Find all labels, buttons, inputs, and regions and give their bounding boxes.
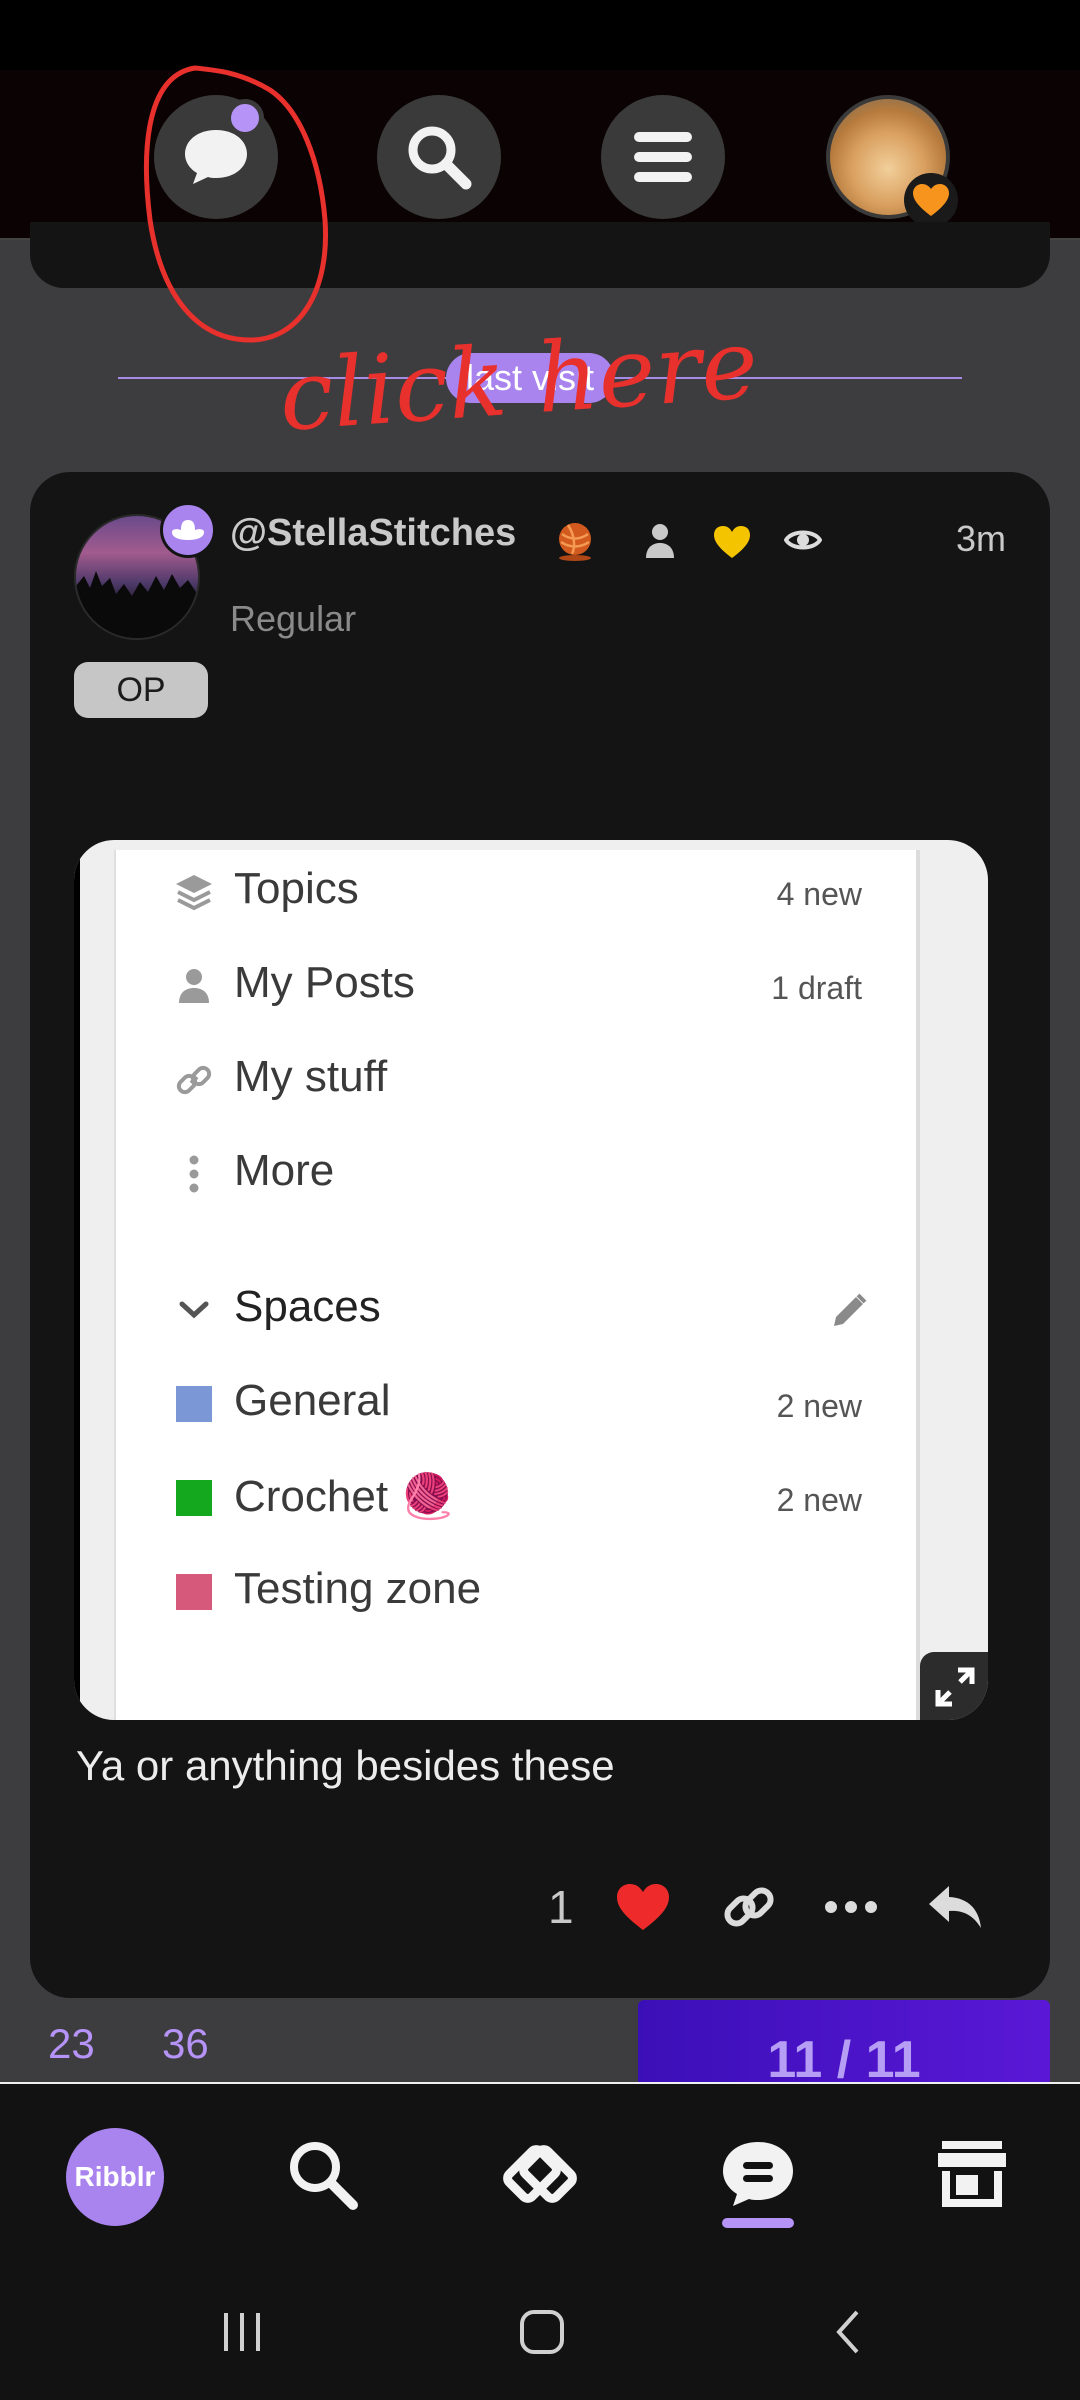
nav-home-button[interactable]: Ribblr <box>66 2128 164 2226</box>
recents-button[interactable] <box>212 2302 272 2362</box>
embedded-space-crochet: Crochet 🧶 2 new <box>116 1456 922 1536</box>
home-button[interactable] <box>512 2302 572 2362</box>
chevron-down-icon <box>174 1290 214 1330</box>
embedded-item-my-posts: My Posts 1 draft <box>116 944 922 1024</box>
yarn-ball-icon <box>559 523 591 561</box>
space-color-swatch <box>174 1384 214 1424</box>
embedded-item-label: My stuff <box>234 1052 388 1101</box>
reply-button[interactable] <box>920 1872 990 1942</box>
topic-progress[interactable]: 11 / 11 <box>638 2000 1050 2084</box>
post-card: @StellaStitches 3m Regular OP Topics 4 n… <box>30 472 1050 1998</box>
post-time[interactable]: 3m <box>956 518 1006 560</box>
embedded-item-count: 1 draft <box>771 970 862 1006</box>
chat-button[interactable] <box>154 95 278 219</box>
reply-icon <box>929 1886 981 1928</box>
embedded-space-count: 2 new <box>776 1388 862 1424</box>
embedded-item-count: 4 new <box>776 876 862 912</box>
search-button[interactable] <box>377 95 501 219</box>
patterns-icon <box>503 2145 577 2203</box>
post-username[interactable]: @StellaStitches <box>230 512 516 555</box>
post-image[interactable]: Topics 4 new My Posts 1 draft My stuff M… <box>74 840 988 1720</box>
embedded-section-spaces: Spaces <box>116 1268 922 1348</box>
embedded-item-label: Topics <box>234 864 359 913</box>
bottom-nav: Ribblr <box>0 2082 1080 2262</box>
post-body: Ya or anything besides these <box>76 1742 615 1789</box>
expand-icon <box>935 1667 975 1707</box>
person-icon <box>174 966 214 1006</box>
heart-icon <box>617 1884 669 1930</box>
link-icon <box>174 1060 214 1100</box>
home-icon <box>520 2310 564 2354</box>
search-icon <box>290 2142 358 2210</box>
embedded-space-label: General <box>234 1376 391 1425</box>
footer-stat-b: 36 <box>162 2020 209 2067</box>
embedded-item-my-stuff: My stuff <box>116 1038 922 1118</box>
orange-heart-icon <box>904 173 958 227</box>
system-nav-bar <box>0 2262 1080 2400</box>
embedded-space-testing-zone: Testing zone <box>116 1550 922 1630</box>
embedded-space-label: Crochet 🧶 <box>234 1472 456 1521</box>
embedded-item-label: My Posts <box>234 958 415 1007</box>
person-icon <box>646 524 674 558</box>
more-icon <box>825 1901 877 1913</box>
link-icon <box>724 1887 774 1927</box>
cowboy-hat-icon <box>160 502 216 558</box>
eye-icon <box>784 530 822 550</box>
top-bar <box>0 70 1080 240</box>
yarn-ball-icon: 🧶 <box>400 1472 456 1521</box>
nav-active-indicator <box>722 2218 794 2228</box>
vertical-dots-icon <box>174 1154 214 1194</box>
profile-button[interactable] <box>826 95 958 227</box>
embedded-section-label: Spaces <box>234 1282 381 1331</box>
layers-icon <box>174 872 214 912</box>
op-badge: OP <box>74 662 208 718</box>
embedded-item-topics: Topics 4 new <box>116 850 922 930</box>
embedded-space-label: Testing zone <box>234 1564 482 1613</box>
previous-post-card <box>30 222 1050 288</box>
recents-icon <box>224 2313 260 2351</box>
space-color-swatch <box>174 1478 214 1518</box>
menu-button[interactable] <box>601 95 725 219</box>
nav-patterns-button[interactable] <box>490 2124 590 2224</box>
topic-progress-label: 11 / 11 <box>767 2031 921 2084</box>
embedded-item-label: More <box>234 1146 335 1195</box>
like-button[interactable] <box>608 1872 678 1942</box>
unread-dot <box>226 99 264 137</box>
like-count[interactable]: 1 <box>548 1880 574 1934</box>
expand-image-button[interactable] <box>920 1652 988 1720</box>
back-button[interactable] <box>818 2302 878 2362</box>
user-title: Regular <box>230 598 357 639</box>
space-color-swatch <box>174 1572 214 1612</box>
nav-shop-button[interactable] <box>922 2124 1022 2224</box>
status-bar <box>0 0 1080 70</box>
last-visit-label: last visit <box>446 353 615 403</box>
copy-link-button[interactable] <box>714 1872 784 1942</box>
back-icon <box>836 2310 859 2354</box>
nav-chat-button[interactable] <box>708 2124 808 2224</box>
footer-stat-a: 23 <box>48 2020 95 2067</box>
chat-icon <box>723 2142 793 2206</box>
yellow-heart-icon <box>714 526 750 558</box>
nav-search-button[interactable] <box>272 2124 372 2224</box>
search-icon <box>408 126 472 190</box>
embedded-space-general: General 2 new <box>116 1362 922 1442</box>
more-button[interactable] <box>816 1872 886 1942</box>
embedded-item-more: More <box>116 1132 922 1212</box>
embedded-space-count: 2 new <box>776 1482 862 1518</box>
shop-icon <box>938 2141 1006 2207</box>
hamburger-menu-icon <box>634 132 692 182</box>
pencil-icon <box>834 1293 867 1326</box>
embedded-sidebar-screenshot: Topics 4 new My Posts 1 draft My stuff M… <box>114 850 920 1720</box>
